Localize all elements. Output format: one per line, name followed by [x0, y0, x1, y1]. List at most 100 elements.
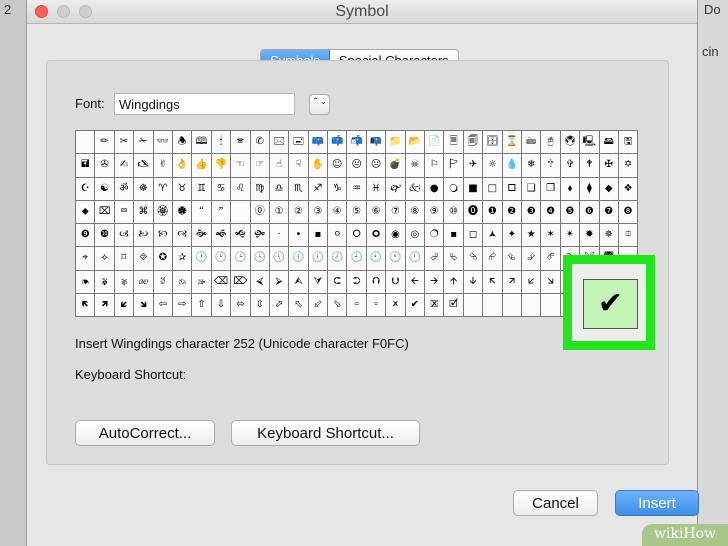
symbol-cell[interactable]: ⌛: [502, 131, 522, 155]
symbol-cell[interactable]: 🕔: [269, 247, 290, 271]
symbol-cell[interactable]: 🙗: [95, 270, 115, 295]
symbol-cell[interactable]: 🕖: [308, 247, 329, 271]
symbol-cell[interactable]: 📭: [366, 131, 387, 155]
symbol-cell[interactable]: ❒: [541, 177, 561, 201]
symbol-cell[interactable]: ❺: [560, 200, 581, 225]
symbol-cell[interactable]: ⟡: [95, 247, 115, 271]
symbol-cell[interactable]: ⬧: [560, 177, 581, 201]
symbol-cell[interactable]: ⬥: [76, 200, 96, 225]
symbol-cell[interactable]: ♓: [366, 177, 387, 201]
symbol-cell[interactable]: ♈: [153, 177, 173, 201]
symbol-cell[interactable]: 🞆: [347, 224, 367, 248]
symbol-cell[interactable]: 🗄: [483, 131, 503, 155]
symbol-cell[interactable]: 🡪: [425, 270, 445, 295]
symbol-cell[interactable]: 👓: [153, 131, 173, 155]
symbol-cell[interactable]: 🡯: [521, 270, 542, 295]
symbol-cell[interactable]: ❷: [502, 200, 522, 225]
symbol-cell[interactable]: 🢬: [347, 294, 367, 318]
symbol-cell[interactable]: 🡿: [114, 294, 135, 318]
symbol-cell[interactable]: [463, 294, 484, 318]
symbol-cell[interactable]: ⇧: [192, 294, 212, 318]
symbol-cell[interactable]: 🡬: [483, 270, 503, 295]
symbol-cell[interactable]: ☠: [405, 154, 426, 178]
symbol-cell[interactable]: 🖫: [618, 131, 639, 155]
symbol-cell[interactable]: ⌖: [76, 247, 96, 271]
symbol-cell[interactable]: 📁: [386, 131, 406, 155]
symbol-cell[interactable]: ❑: [521, 177, 542, 201]
symbol-cell[interactable]: ⑨: [425, 200, 445, 225]
symbol-cell[interactable]: 🖬: [76, 154, 96, 178]
autocorrect-button[interactable]: AutoCorrect...: [75, 420, 215, 446]
symbol-cell[interactable]: ⑧: [405, 200, 426, 225]
symbol-cell[interactable]: ♊: [192, 177, 212, 201]
symbol-cell[interactable]: ✡: [618, 154, 639, 178]
keyboard-shortcut-button[interactable]: Keyboard Shortcut...: [231, 420, 420, 446]
symbol-cell[interactable]: ♑: [328, 177, 348, 201]
symbol-cell[interactable]: 🕙: [366, 247, 387, 271]
symbol-cell[interactable]: ❶: [483, 200, 503, 225]
symbol-cell[interactable]: [231, 200, 251, 225]
symbol-cell[interactable]: ⑦: [386, 200, 406, 225]
symbol-cell[interactable]: 🏶: [172, 200, 193, 225]
symbol-cell[interactable]: ♎: [269, 177, 290, 201]
symbol-cell[interactable]: 🙟: [250, 224, 270, 248]
symbol-cell[interactable]: ⌘: [134, 200, 154, 225]
symbol-cell[interactable]: ✪: [153, 247, 173, 271]
symbol-cell[interactable]: ☸: [134, 177, 154, 201]
symbol-cell[interactable]: ☹: [366, 154, 387, 178]
symbol-cell[interactable]: 🖃: [289, 131, 309, 155]
symbol-cell[interactable]: 🙔: [76, 270, 96, 295]
symbol-cell[interactable]: ★: [521, 224, 542, 248]
symbol-cell[interactable]: ■: [463, 177, 484, 201]
symbol-cell[interactable]: ✶: [541, 224, 561, 248]
symbol-cell[interactable]: ⬃: [308, 294, 329, 318]
symbol-cell[interactable]: ❸: [521, 200, 542, 225]
symbol-cell[interactable]: 👎: [211, 154, 232, 178]
symbol-cell[interactable]: ✆: [250, 131, 270, 155]
symbol-cell[interactable]: 🙵: [405, 177, 426, 201]
symbol-cell[interactable]: ✰: [172, 247, 193, 271]
symbol-cell[interactable]: 🙝: [231, 224, 251, 248]
symbol-cell[interactable]: ④: [328, 200, 348, 225]
symbol-cell[interactable]: 🙷: [211, 200, 232, 225]
symbol-cell[interactable]: ♋: [211, 177, 232, 201]
symbol-cell[interactable]: 🢭: [366, 294, 387, 318]
symbol-cell[interactable]: 🕒: [231, 247, 251, 271]
symbol-cell[interactable]: 🙰: [386, 177, 406, 201]
symbol-cell[interactable]: 😐: [347, 154, 367, 178]
symbol-cell[interactable]: 🙣: [172, 224, 193, 248]
symbol-cell[interactable]: ⌧: [95, 200, 115, 225]
symbol-cell[interactable]: ⮹: [114, 200, 135, 225]
symbol-cell[interactable]: 🞐: [502, 177, 522, 201]
symbol-cell[interactable]: 🙑: [153, 270, 173, 295]
symbol-cell[interactable]: 👍: [192, 154, 212, 178]
symbol-cell[interactable]: 🕭: [172, 131, 193, 155]
symbol-cell[interactable]: 🡭: [502, 270, 522, 295]
symbol-cell[interactable]: ⇩: [211, 294, 232, 318]
symbol-cell[interactable]: ❹: [541, 200, 561, 225]
symbol-cell[interactable]: ⮋: [386, 270, 406, 295]
symbol-cell[interactable]: ⑥: [366, 200, 387, 225]
symbol-cell[interactable]: ①: [269, 200, 290, 225]
symbol-cell[interactable]: ⮳: [483, 247, 503, 271]
symbol-cell[interactable]: ◉: [386, 224, 406, 248]
checkmark-icon[interactable]: ✔: [583, 279, 638, 329]
symbol-cell[interactable]: 🟂: [483, 224, 503, 248]
symbol-cell[interactable]: 🙓: [192, 270, 212, 295]
symbol-cell[interactable]: ⯑: [134, 247, 154, 271]
symbol-cell[interactable]: ⧫: [580, 177, 600, 201]
symbol-cell[interactable]: ⇨: [172, 294, 193, 318]
symbol-cell[interactable]: 🡾: [134, 294, 154, 318]
symbol-cell[interactable]: 🔿: [425, 224, 445, 248]
symbol-cell[interactable]: 🏵: [153, 200, 173, 225]
symbol-cell[interactable]: ❿: [95, 224, 115, 248]
symbol-cell[interactable]: ⚪: [328, 224, 348, 248]
symbol-cell[interactable]: ✴: [560, 224, 581, 248]
symbol-cell[interactable]: ▪: [444, 224, 464, 248]
symbol-cell[interactable]: ⮲: [463, 247, 484, 271]
symbol-cell[interactable]: 🡨: [405, 270, 426, 295]
symbol-cell[interactable]: ✞: [560, 154, 581, 178]
symbol-cell[interactable]: ⓪: [250, 200, 270, 225]
symbol-cell[interactable]: ⮰: [425, 247, 445, 271]
symbol-cell[interactable]: □: [483, 177, 503, 201]
